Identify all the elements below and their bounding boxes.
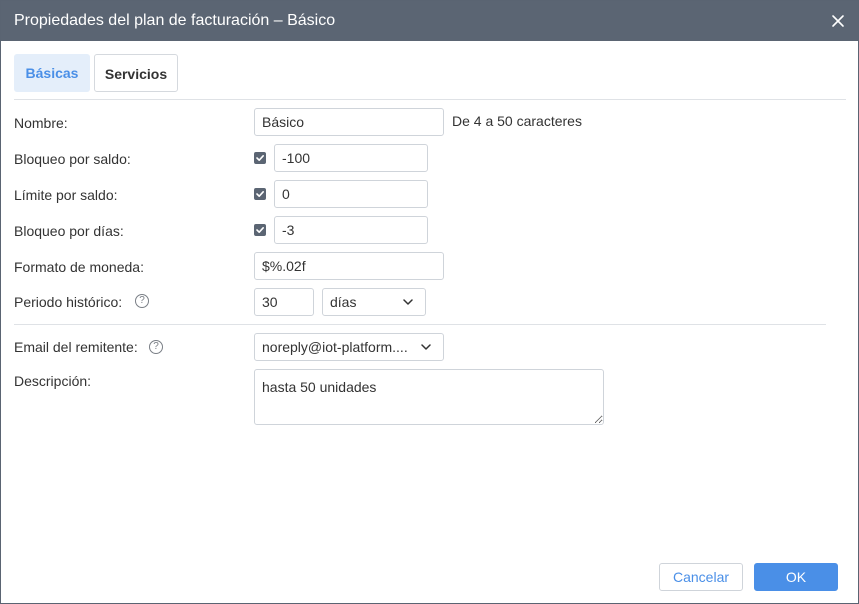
name-input[interactable] [254, 108, 444, 136]
currency-format-input[interactable] [254, 252, 444, 280]
check-icon [256, 155, 264, 161]
history-period-unit-value: días [330, 294, 357, 310]
check-icon [256, 191, 264, 197]
sender-email-label: Email del remitente: [14, 339, 138, 355]
chevron-down-icon [421, 344, 431, 350]
help-icon[interactable]: ? [135, 294, 149, 308]
balance-limit-label: Límite por saldo: [14, 187, 118, 203]
history-period-label: Periodo histórico: [14, 294, 123, 310]
days-block-input[interactable] [274, 216, 428, 244]
sender-email-select[interactable]: noreply@iot-platform.... [254, 333, 444, 361]
dialog-titlebar: Propiedades del plan de facturación – Bá… [1, 1, 858, 41]
billing-plan-dialog: Propiedades del plan de facturación – Bá… [0, 0, 859, 604]
days-block-label: Bloqueo por días: [14, 223, 124, 239]
section-separator [14, 324, 826, 325]
balance-limit-checkbox[interactable] [254, 188, 266, 200]
check-icon [256, 227, 264, 233]
chevron-down-icon [403, 299, 413, 305]
tab-separator [14, 99, 846, 100]
balance-block-input[interactable] [274, 144, 428, 172]
sender-email-value: noreply@iot-platform.... [262, 339, 408, 355]
currency-format-label: Formato de moneda: [14, 259, 144, 275]
description-textarea[interactable]: hasta 50 unidades [254, 369, 604, 425]
balance-block-checkbox[interactable] [254, 152, 266, 164]
days-block-checkbox[interactable] [254, 224, 266, 236]
tab-servicios[interactable]: Servicios [94, 54, 178, 92]
balance-limit-input[interactable] [274, 180, 428, 208]
name-label: Nombre: [14, 115, 68, 131]
balance-block-label: Bloqueo por saldo: [14, 151, 131, 167]
close-icon[interactable] [830, 13, 846, 29]
ok-button[interactable]: OK [754, 563, 838, 591]
history-period-input[interactable] [254, 288, 314, 316]
cancel-button[interactable]: Cancelar [659, 563, 743, 591]
tab-basicas[interactable]: Básicas [14, 54, 90, 92]
name-hint: De 4 a 50 caracteres [452, 113, 582, 129]
dialog-title: Propiedades del plan de facturación – Bá… [14, 12, 336, 29]
description-label: Descripción: [14, 373, 92, 389]
history-period-unit-select[interactable]: días [322, 288, 426, 316]
help-icon[interactable]: ? [149, 340, 163, 354]
